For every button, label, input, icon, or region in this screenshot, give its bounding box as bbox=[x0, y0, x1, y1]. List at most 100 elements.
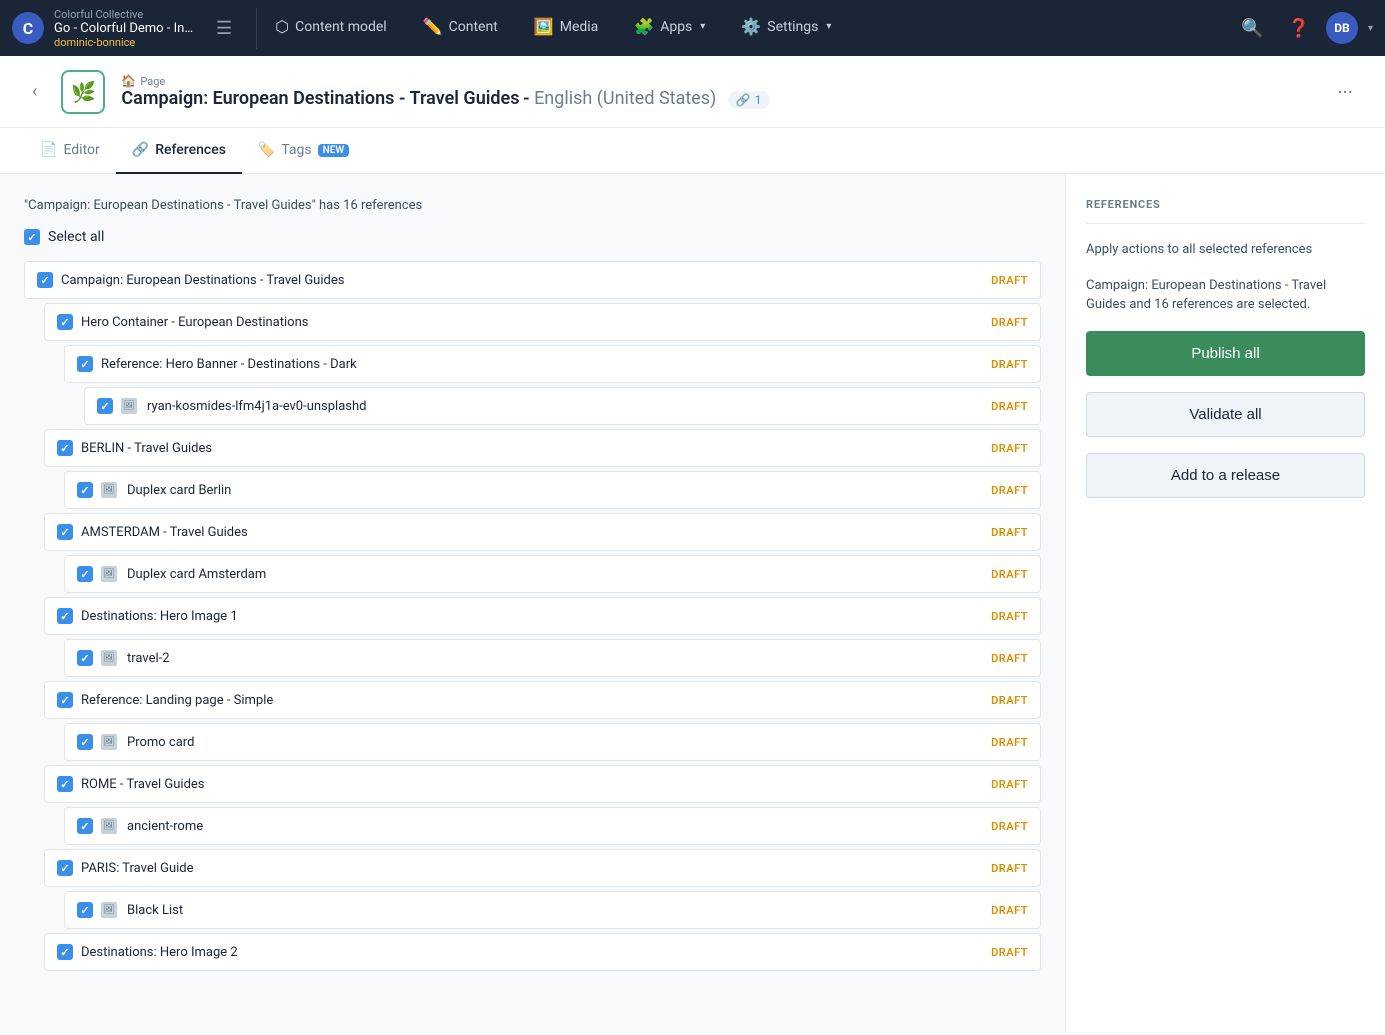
top-nav: C Colorful Collective Go - Colorful Demo… bbox=[0, 0, 1385, 56]
hamburger-icon[interactable]: ☰ bbox=[204, 18, 244, 39]
ref-item-status: DRAFT bbox=[991, 484, 1028, 497]
ref-item-name: Hero Container - European Destinations bbox=[81, 315, 983, 330]
ref-item-row: Destinations: Hero Image 1 DRAFT bbox=[45, 598, 1040, 634]
media-icon: 🖼 bbox=[101, 566, 117, 582]
list-item: PARIS: Travel Guide DRAFT bbox=[44, 849, 1041, 887]
ref-checkbox[interactable] bbox=[77, 356, 93, 372]
ref-item-status: DRAFT bbox=[991, 736, 1028, 749]
ref-checkbox[interactable] bbox=[77, 482, 93, 498]
ref-item-status: DRAFT bbox=[991, 778, 1028, 791]
entry-type: 🏠 Page bbox=[121, 74, 1313, 88]
avatar[interactable]: DB bbox=[1326, 12, 1358, 44]
ref-item-row: 🖼 travel-2 DRAFT bbox=[65, 640, 1040, 676]
list-item: AMSTERDAM - Travel Guides DRAFT bbox=[44, 513, 1041, 551]
ref-checkbox[interactable] bbox=[57, 524, 73, 540]
apps-arrow-icon: ▾ bbox=[700, 21, 705, 32]
ref-checkbox[interactable] bbox=[57, 776, 73, 792]
ref-item-status: DRAFT bbox=[991, 274, 1028, 287]
ref-checkbox[interactable] bbox=[97, 398, 113, 414]
nav-item-content[interactable]: ✏️ Content bbox=[405, 0, 516, 56]
select-all-checkbox[interactable] bbox=[24, 229, 40, 245]
page-type-icon: 🏠 bbox=[121, 74, 136, 88]
publish-all-button[interactable]: Publish all bbox=[1086, 331, 1365, 376]
nav-item-content-model[interactable]: ⬡ Content model bbox=[257, 0, 405, 56]
nav-brand: C Colorful Collective Go - Colorful Demo… bbox=[12, 8, 257, 49]
nav-item-apps[interactable]: 🧩 Apps ▾ bbox=[616, 0, 723, 56]
tab-references[interactable]: 🔗 References bbox=[116, 128, 242, 174]
ref-item-status: DRAFT bbox=[991, 358, 1028, 371]
ref-item-row: PARIS: Travel Guide DRAFT bbox=[45, 850, 1040, 886]
ref-item-row: Campaign: European Destinations - Travel… bbox=[25, 262, 1040, 298]
list-item: 🖼 Black List DRAFT bbox=[64, 891, 1041, 929]
tab-editor[interactable]: 📄 Editor bbox=[24, 128, 116, 174]
settings-arrow-icon: ▾ bbox=[826, 21, 831, 32]
ref-item-status: DRAFT bbox=[991, 610, 1028, 623]
nav-item-settings[interactable]: ⚙️ Settings ▾ bbox=[723, 0, 849, 56]
media-icon: 🖼 bbox=[101, 650, 117, 666]
ref-list: Campaign: European Destinations - Travel… bbox=[24, 261, 1041, 975]
avatar-arrow-icon: ▾ bbox=[1368, 23, 1373, 34]
ref-item-status: DRAFT bbox=[991, 904, 1028, 917]
content-model-icon: ⬡ bbox=[275, 17, 289, 36]
ref-item-name: ancient-rome bbox=[127, 819, 983, 834]
entry-title-dash: - bbox=[523, 88, 534, 109]
ref-item-name: travel-2 bbox=[127, 651, 983, 666]
list-item: Campaign: European Destinations - Travel… bbox=[24, 261, 1041, 299]
list-item: 🖼 Promo card DRAFT bbox=[64, 723, 1041, 761]
references-tab-icon: 🔗 bbox=[132, 142, 149, 158]
back-button[interactable]: ‹ bbox=[24, 77, 45, 106]
ref-checkbox[interactable] bbox=[37, 272, 53, 288]
list-item: 🖼 ancient-rome DRAFT bbox=[64, 807, 1041, 845]
ref-item-row: 🖼 Duplex card Amsterdam DRAFT bbox=[65, 556, 1040, 592]
entry-title-row: Campaign: European Destinations - Travel… bbox=[121, 88, 1313, 109]
nav-right: 🔍 ❓ DB ▾ bbox=[1233, 10, 1373, 47]
ref-checkbox[interactable] bbox=[57, 608, 73, 624]
ref-checkbox[interactable] bbox=[57, 944, 73, 960]
media-icon: 🖼 bbox=[101, 818, 117, 834]
ref-checkbox[interactable] bbox=[77, 566, 93, 582]
ref-item-row: Reference: Landing page - Simple DRAFT bbox=[45, 682, 1040, 718]
tab-tags-label: Tags bbox=[281, 142, 311, 158]
brand-org: Colorful Collective bbox=[54, 8, 194, 21]
apps-icon: 🧩 bbox=[634, 17, 654, 36]
add-to-release-button[interactable]: Add to a release bbox=[1086, 453, 1365, 498]
ref-checkbox[interactable] bbox=[57, 314, 73, 330]
ref-item-name: ROME - Travel Guides bbox=[81, 777, 983, 792]
ref-item-row: 🖼 Duplex card Berlin DRAFT bbox=[65, 472, 1040, 508]
ref-checkbox[interactable] bbox=[57, 440, 73, 456]
ref-checkbox[interactable] bbox=[77, 902, 93, 918]
ref-checkbox[interactable] bbox=[77, 734, 93, 750]
ref-item-status: DRAFT bbox=[991, 316, 1028, 329]
entry-info: 🏠 Page Campaign: European Destinations -… bbox=[121, 74, 1313, 109]
ref-checkbox[interactable] bbox=[57, 692, 73, 708]
list-item: BERLIN - Travel Guides DRAFT bbox=[44, 429, 1041, 467]
right-panel-selection-info: Campaign: European Destinations - Travel… bbox=[1086, 276, 1365, 315]
content-icon: ✏️ bbox=[423, 17, 443, 36]
entry-type-icon: 🌿 bbox=[71, 80, 96, 104]
list-item: 🖼 Duplex card Amsterdam DRAFT bbox=[64, 555, 1041, 593]
media-icon: 🖼 bbox=[101, 482, 117, 498]
list-item: Hero Container - European Destinations D… bbox=[44, 303, 1041, 341]
ref-item-status: DRAFT bbox=[991, 526, 1028, 539]
help-icon[interactable]: ❓ bbox=[1280, 10, 1318, 47]
ref-item-row: 🖼 ryan-kosmides-lfm4j1a-ev0-unsplashd DR… bbox=[85, 388, 1040, 424]
nav-item-settings-label: Settings bbox=[767, 19, 818, 35]
select-all-label[interactable]: Select all bbox=[48, 229, 104, 245]
ref-item-name: Reference: Landing page - Simple bbox=[81, 693, 983, 708]
ref-checkbox[interactable] bbox=[57, 860, 73, 876]
search-icon[interactable]: 🔍 bbox=[1233, 10, 1271, 47]
validate-all-button[interactable]: Validate all bbox=[1086, 392, 1365, 437]
more-options-icon[interactable]: ··· bbox=[1329, 76, 1361, 108]
ref-checkbox[interactable] bbox=[77, 650, 93, 666]
ref-item-name: AMSTERDAM - Travel Guides bbox=[81, 525, 983, 540]
ref-item-status: DRAFT bbox=[991, 946, 1028, 959]
ref-item-row: Reference: Hero Banner - Destinations - … bbox=[65, 346, 1040, 382]
right-panel-action-desc: Apply actions to all selected references bbox=[1086, 240, 1365, 260]
nav-item-media[interactable]: 🖼️ Media bbox=[516, 0, 616, 56]
ref-item-row: Destinations: Hero Image 2 DRAFT bbox=[45, 934, 1040, 970]
ref-checkbox[interactable] bbox=[77, 818, 93, 834]
tab-tags[interactable]: 🏷️ Tags NEW bbox=[242, 128, 365, 174]
ref-item-name: Duplex card Amsterdam bbox=[127, 567, 983, 582]
tabs-bar: 📄 Editor 🔗 References 🏷️ Tags NEW bbox=[0, 128, 1385, 174]
ref-item-name: Destinations: Hero Image 2 bbox=[81, 945, 983, 960]
